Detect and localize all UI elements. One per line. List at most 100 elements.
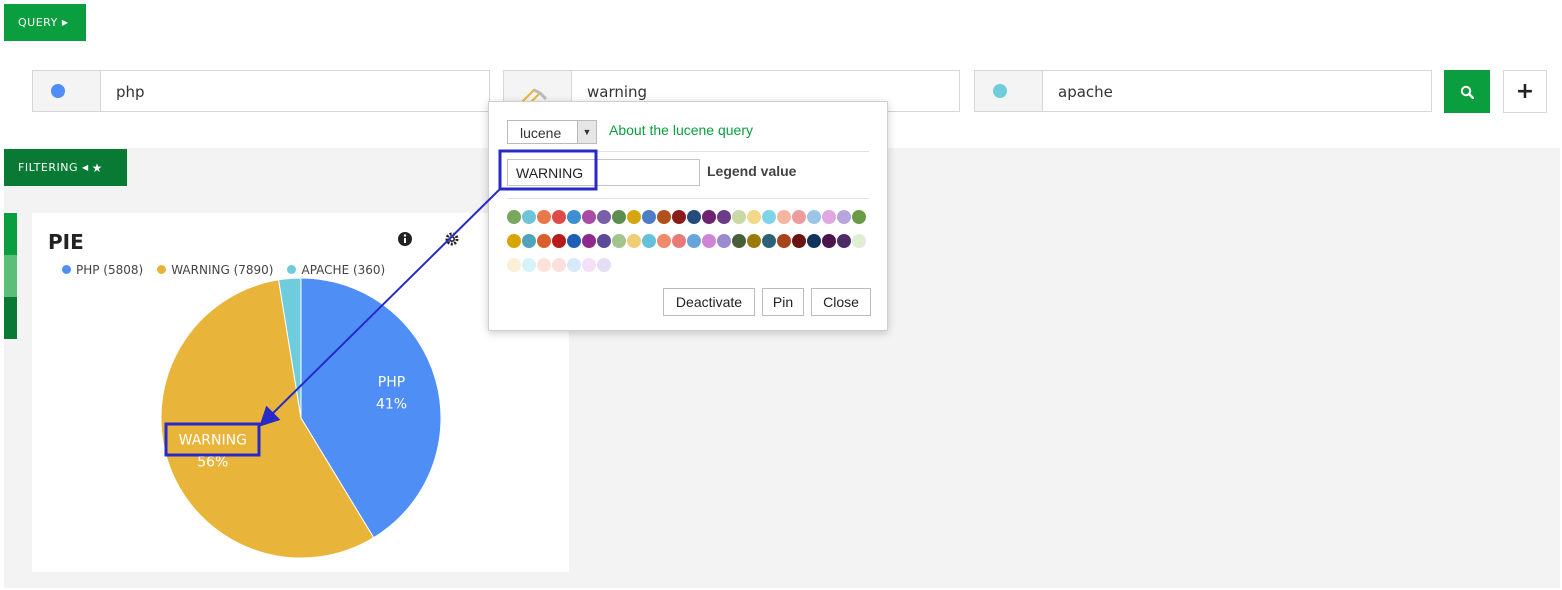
color-swatch[interactable] [507,210,521,224]
query-toggle-button[interactable]: QUERY ▶ [4,4,86,41]
color-swatch[interactable] [747,234,761,248]
star-icon: ★ [91,160,103,175]
filtering-toggle-label: FILTERING [18,161,78,174]
color-swatch[interactable] [642,234,656,248]
color-swatch[interactable] [522,210,536,224]
color-swatch[interactable] [822,234,836,248]
color-swatch-palette [507,210,867,282]
legend-label: APACHE (360) [301,262,386,277]
legend-dot-icon [62,265,71,274]
panel-title: PIE [48,230,84,254]
color-swatch[interactable] [612,210,626,224]
color-swatch[interactable] [657,210,671,224]
color-swatch[interactable] [672,210,686,224]
add-query-button[interactable]: + [1503,70,1547,113]
query-color-swatch[interactable] [975,71,1043,111]
color-swatch[interactable] [537,210,551,224]
gear-icon[interactable] [444,231,460,247]
color-swatch[interactable] [792,234,806,248]
color-swatch[interactable] [507,234,521,248]
color-swatch[interactable] [672,234,686,248]
color-swatch[interactable] [522,234,536,248]
color-swatch[interactable] [717,234,731,248]
color-swatch[interactable] [777,234,791,248]
query-input-apache[interactable]: apache [974,70,1432,112]
legend-value-text: WARNING [516,165,584,181]
color-swatch[interactable] [837,210,851,224]
color-swatch[interactable] [582,210,596,224]
color-swatch[interactable] [642,210,656,224]
color-swatch[interactable] [627,210,641,224]
color-swatch[interactable] [552,210,566,224]
query-toggle-label: QUERY [18,16,58,29]
query-text: warning [587,83,648,101]
color-swatch[interactable] [852,234,866,248]
legend-item-warning[interactable]: WARNING (7890) [157,263,273,277]
color-swatch[interactable] [657,234,671,248]
color-swatch[interactable] [567,258,581,272]
info-circle-icon[interactable] [397,231,413,247]
color-swatch[interactable] [597,258,611,272]
search-icon [1460,85,1474,99]
color-swatch[interactable] [807,210,821,224]
legend-value-input[interactable]: WARNING [507,159,700,186]
legend-value-label: Legend value [707,163,797,179]
query-text: apache [1058,83,1113,101]
plus-icon: + [1515,78,1535,104]
color-swatch[interactable] [552,258,566,272]
color-swatch[interactable] [597,210,611,224]
color-dot-icon [51,84,65,98]
pin-button[interactable]: Pin [762,288,804,316]
color-swatch[interactable] [522,258,536,272]
color-swatch[interactable] [597,234,611,248]
color-swatch[interactable] [552,234,566,248]
color-swatch[interactable] [627,234,641,248]
color-swatch[interactable] [822,210,836,224]
caret-left-icon: ◀ [82,163,89,172]
legend-item-php[interactable]: PHP (5808) [62,263,143,277]
deactivate-button[interactable]: Deactivate [663,288,755,316]
query-input-php[interactable]: php [32,70,490,112]
color-swatch[interactable] [582,258,596,272]
color-swatch[interactable] [507,258,521,272]
chart-legend: PHP (5808) WARNING (7890) APACHE (360) [62,259,399,278]
legend-label: PHP (5808) [76,262,144,277]
color-swatch[interactable] [792,210,806,224]
color-swatch[interactable] [567,234,581,248]
dropdown-arrow-icon: ▼ [577,121,596,143]
color-swatch[interactable] [777,210,791,224]
query-type-value: lucene [520,125,562,141]
query-settings-popover: lucene ▼ About the lucene query WARNING … [488,101,888,331]
legend-item-apache[interactable]: APACHE (360) [287,263,385,277]
filtering-toggle-button[interactable]: FILTERING ◀ ★ [4,149,127,186]
close-button[interactable]: Close [811,288,871,316]
query-type-select[interactable]: lucene ▼ [507,120,597,144]
about-lucene-link[interactable]: About the lucene query [609,122,753,138]
color-swatch[interactable] [747,210,761,224]
color-swatch[interactable] [702,210,716,224]
color-swatch[interactable] [732,234,746,248]
color-dot-icon [993,84,1007,98]
color-swatch[interactable] [762,210,776,224]
query-text: php [116,83,145,101]
color-swatch[interactable] [807,234,821,248]
color-swatch[interactable] [852,210,866,224]
color-swatch[interactable] [762,234,776,248]
color-swatch[interactable] [687,234,701,248]
color-swatch[interactable] [702,234,716,248]
row-handle[interactable] [4,213,17,339]
color-swatch[interactable] [717,210,731,224]
color-swatch[interactable] [687,210,701,224]
legend-label: WARNING (7890) [171,262,274,277]
search-button[interactable] [1444,70,1490,113]
query-color-swatch[interactable] [33,71,101,111]
color-swatch[interactable] [837,234,851,248]
color-swatch[interactable] [537,258,551,272]
caret-right-icon: ▶ [61,18,69,27]
color-swatch[interactable] [732,210,746,224]
color-swatch[interactable] [567,210,581,224]
color-swatch[interactable] [582,234,596,248]
color-swatch[interactable] [537,234,551,248]
color-swatch[interactable] [612,234,626,248]
legend-dot-icon [287,265,297,274]
